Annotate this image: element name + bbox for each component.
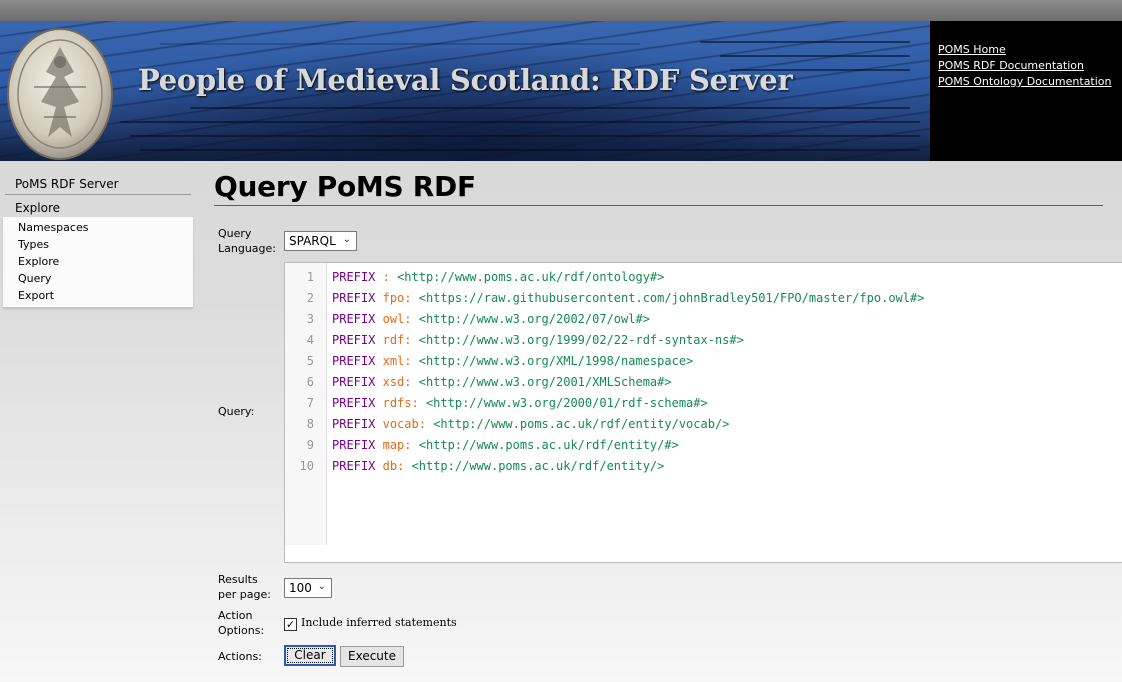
keyword-token: PREFIX [332, 312, 376, 326]
keyword-token: PREFIX [332, 291, 376, 305]
chevron-down-icon: ⌄ [317, 581, 326, 592]
query-language-select[interactable]: SPARQL ⌄ [284, 231, 357, 251]
sidebar-menu: Namespaces Types Explore Query Export [3, 217, 193, 308]
sidebar-section-explore: Explore [15, 201, 61, 215]
query-label: Query: [218, 405, 255, 418]
code-line: 6 PREFIX xsd: <http://www.w3.org/2001/XML… [285, 372, 1122, 393]
line-number: 8 [306, 417, 314, 431]
uri-token: <http://www.w3.org/XML/1998/namespace> [418, 354, 694, 368]
seal-icon [7, 28, 113, 160]
code-line: 3 PREFIX owl: <http://www.w3.org/2002/07/… [285, 309, 1122, 330]
code-text: PREFIX vocab: <http://www.poms.ac.uk/rdf… [332, 414, 729, 435]
prefix-token: xml: [382, 354, 412, 368]
code-text: PREFIX rdf: <http://www.w3.org/1999/02/2… [332, 330, 744, 351]
prefix-token: map: [382, 438, 412, 452]
results-per-page-select[interactable]: 100 ⌄ [284, 578, 332, 598]
prefix-token: db: [382, 459, 405, 473]
uri-token: <http://www.poms.ac.uk/rdf/entity/vocab/… [433, 417, 730, 431]
actions-label: Actions: [218, 650, 262, 663]
uri-token: <http://www.w3.org/2002/07/owl#> [418, 312, 650, 326]
header-links: POMS Home POMS RDF Documentation POMS On… [938, 42, 1118, 90]
keyword-token: PREFIX [332, 459, 376, 473]
execute-button[interactable]: Execute [340, 646, 404, 667]
code-line: 9 PREFIX map: <http://www.poms.ac.uk/rdf/… [285, 435, 1122, 456]
results-per-page-label: Results per page: [218, 573, 271, 601]
keyword-token: PREFIX [332, 354, 376, 368]
line-number: 7 [306, 396, 314, 410]
query-editor[interactable]: 1 PREFIX : <http://www.poms.ac.uk/rdf/ont… [284, 262, 1122, 563]
poms-home-link[interactable]: POMS Home [938, 42, 1118, 58]
keyword-token: PREFIX [332, 396, 376, 410]
browser-top-bar [0, 0, 1122, 21]
uri-token: <http://www.poms.ac.uk/rdf/entity/#> [418, 438, 679, 452]
line-number: 5 [306, 354, 314, 368]
uri-token: <http://www.w3.org/2001/XMLSchema#> [418, 375, 672, 389]
poms-ontology-documentation-link[interactable]: POMS Ontology Documentation [938, 74, 1118, 90]
prefix-token: : [382, 270, 390, 284]
clear-button[interactable]: Clear [284, 645, 336, 666]
code-text: PREFIX : <http://www.poms.ac.uk/rdf/onto… [332, 267, 664, 288]
code-text: PREFIX rdfs: <http://www.w3.org/2000/01/… [332, 393, 708, 414]
line-number: 10 [299, 459, 314, 473]
site-title: People of Medieval Scotland: RDF Server [138, 63, 793, 97]
code-line: 4 PREFIX rdf: <http://www.w3.org/1999/02/… [285, 330, 1122, 351]
keyword-token: PREFIX [332, 417, 376, 431]
code-line: 7 PREFIX rdfs: <http://www.w3.org/2000/01… [285, 393, 1122, 414]
sidebar-item-query[interactable]: Query [3, 270, 193, 287]
keyword-token: PREFIX [332, 333, 376, 347]
poms-rdf-documentation-link[interactable]: POMS RDF Documentation [938, 58, 1118, 74]
code-text: PREFIX map: <http://www.poms.ac.uk/rdf/e… [332, 435, 679, 456]
sidebar-item-types[interactable]: Types [3, 236, 193, 253]
uri-token: <http://www.poms.ac.uk/rdf/ontology#> [397, 270, 665, 284]
line-number: 1 [306, 270, 314, 284]
line-number: 4 [306, 333, 314, 347]
keyword-token: PREFIX [332, 375, 376, 389]
sidebar-item-explore[interactable]: Explore [3, 253, 193, 270]
prefix-token: owl: [382, 312, 412, 326]
uri-token: <http://www.w3.org/1999/02/22-rdf-syntax… [418, 333, 744, 347]
prefix-token: fpo: [382, 291, 412, 305]
line-number: 6 [306, 375, 314, 389]
sidebar-item-export[interactable]: Export [3, 287, 193, 304]
manuscript-banner-image: People of Medieval Scotland: RDF Server [0, 21, 930, 161]
code-text: PREFIX xml: <http://www.w3.org/XML/1998/… [332, 351, 693, 372]
line-number: 2 [306, 291, 314, 305]
line-number: 3 [306, 312, 314, 326]
code-text: PREFIX xsd: <http://www.w3.org/2001/XMLS… [332, 372, 672, 393]
code-text: PREFIX db: <http://www.poms.ac.uk/rdf/en… [332, 456, 664, 477]
code-text: PREFIX fpo: <https://raw.githubuserconte… [332, 288, 924, 309]
uri-token: <http://www.w3.org/2000/01/rdf-schema#> [425, 396, 708, 410]
uri-token: <https://raw.githubusercontent.com/johnB… [418, 291, 925, 305]
prefix-token: xsd: [382, 375, 412, 389]
keyword-token: PREFIX [332, 270, 376, 284]
include-inferred-label: Include inferred statements [301, 616, 457, 629]
code-line: 5 PREFIX xml: <http://www.w3.org/XML/1998… [285, 351, 1122, 372]
line-number: 9 [306, 438, 314, 452]
sidebar-item-namespaces[interactable]: Namespaces [3, 219, 193, 236]
sidebar: PoMS RDF Server Explore Namespaces Types… [3, 172, 193, 308]
keyword-token: PREFIX [332, 438, 376, 452]
uri-token: <http://www.poms.ac.uk/rdf/entity/> [411, 459, 665, 473]
site-banner: People of Medieval Scotland: RDF Server … [0, 21, 1122, 161]
prefix-token: rdf: [382, 333, 412, 347]
code-line: 8 PREFIX vocab: <http://www.poms.ac.uk/rd… [285, 414, 1122, 435]
code-line: 2 PREFIX fpo: <https://raw.githubusercont… [285, 288, 1122, 309]
code-line: 1 PREFIX : <http://www.poms.ac.uk/rdf/ont… [285, 267, 1122, 288]
prefix-token: vocab: [382, 417, 426, 431]
sidebar-title: PoMS RDF Server [5, 172, 191, 195]
action-options-label: Action Options: [218, 609, 265, 637]
include-inferred-checkbox[interactable]: ✓ [284, 618, 297, 631]
page-title: Query PoMS RDF [214, 170, 1103, 206]
query-language-label: Query Language: [218, 227, 276, 255]
code-text: PREFIX owl: <http://www.w3.org/2002/07/o… [332, 309, 650, 330]
code-line: 10 PREFIX db: <http://www.poms.ac.uk/rdf/… [285, 456, 1122, 477]
prefix-token: rdfs: [382, 396, 419, 410]
chevron-down-icon: ⌄ [342, 234, 351, 245]
